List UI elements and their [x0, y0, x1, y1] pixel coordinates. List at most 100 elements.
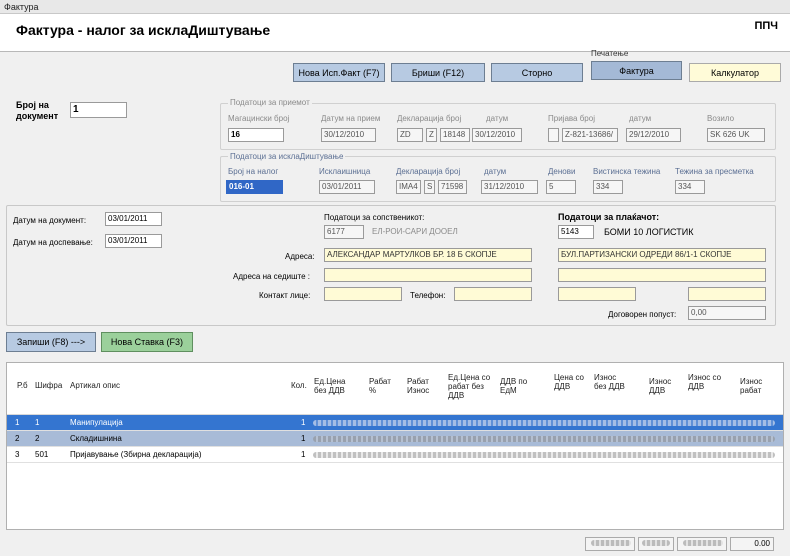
col-price-vat[interactable]: Цена со ДДВ	[554, 373, 584, 391]
row-code: 501	[35, 450, 49, 459]
doc-date-field[interactable]: 03/01/2011	[105, 212, 162, 226]
storage-label-decl: Декларација број	[396, 167, 461, 176]
storage-decl-date-field[interactable]: 31/12/2010	[481, 180, 538, 194]
receipt-decl-b-field[interactable]: Z	[426, 128, 437, 142]
storage-label-calc-weight: Тежина за пресметка	[675, 167, 754, 176]
contact-label: Контакт лице:	[259, 291, 311, 300]
row-code: 1	[35, 418, 40, 427]
save-button[interactable]: Запиши (F8) --->	[6, 332, 96, 352]
owner-label: Податоци за сопственикот:	[324, 213, 425, 222]
payer-name: БОМИ 10 ЛОГИСТИК	[604, 227, 694, 237]
table-row[interactable]: 3 501 Пријавување (Збирна декларација) 1	[7, 447, 783, 463]
receipt-report-no-field[interactable]: Z-821-13686/	[562, 128, 618, 142]
address-label: Адреса:	[285, 252, 315, 261]
status-cell-3	[677, 537, 727, 551]
row-desc: Складишнина	[70, 434, 122, 443]
col-total-vat[interactable]: Износ ДДВ	[649, 377, 679, 395]
storage-label-order: Број на налог	[228, 167, 279, 176]
col-total-discount[interactable]: Износ рабат	[740, 377, 770, 395]
order-no-field[interactable]: 016-01	[226, 180, 283, 194]
col-vat-unit[interactable]: ДДВ по ЕдМ	[500, 377, 530, 395]
payer-phone-field[interactable]	[688, 287, 766, 301]
owner-name: ЕЛ-РОИ-САРИ ДООЕЛ	[372, 227, 458, 236]
col-rb[interactable]: Р.б	[17, 381, 28, 390]
calc-weight-field[interactable]: 334	[675, 180, 705, 194]
new-invoice-button[interactable]: Нова Исп.Факт (F7)	[293, 63, 385, 82]
receipt-decl-date-field[interactable]: 30/12/2010	[472, 128, 522, 142]
storage-decl-b-field[interactable]: S	[424, 180, 435, 194]
payer-seat-field[interactable]	[558, 268, 766, 282]
col-qty[interactable]: Кол.	[291, 381, 307, 390]
storage-decl-c-field[interactable]: 71598	[438, 180, 467, 194]
page-title: Фактура - налог за исклаДиштување	[16, 22, 271, 38]
row-qty: 1	[301, 434, 306, 443]
receipt-group	[220, 103, 776, 150]
table-row[interactable]: 1 1 Манипулација 1	[7, 415, 783, 431]
calculator-button[interactable]: Калкулатор	[689, 63, 781, 82]
out-date-field[interactable]: 03/01/2011	[319, 180, 375, 194]
discount-label: Договорен попуст:	[608, 310, 677, 319]
table-row[interactable]: 2 2 Складишнина 1	[7, 431, 783, 447]
col-code[interactable]: Шифра	[35, 381, 62, 390]
redacted-values	[313, 452, 775, 458]
doc-date-label: Датум на документ:	[13, 216, 87, 225]
payer-address-field[interactable]: БУЛ.ПАРТИЗАНСКИ ОДРЕДИ 86/1-1 СКОПЈЕ	[558, 248, 766, 262]
owner-phone-field[interactable]	[454, 287, 532, 301]
storage-label-days: Денови	[548, 167, 576, 176]
warehouse-no-field[interactable]: 16	[228, 128, 284, 142]
storage-label-out: Исклаишница	[319, 167, 371, 176]
invoice-print-button[interactable]: Фактура	[591, 61, 682, 80]
phone-label: Телефон:	[410, 291, 446, 300]
row-rb: 3	[15, 450, 20, 459]
row-desc: Манипулација	[70, 418, 123, 427]
owner-code-field[interactable]: 6177	[324, 225, 364, 239]
status-total: 0.00	[730, 537, 774, 551]
items-grid[interactable]: Р.б Шифра Артикал опис Кол. Ед.Цена без …	[6, 362, 784, 530]
receipt-label-warehouse: Магацински број	[228, 114, 290, 123]
col-net-price[interactable]: Ед.Цена со рабат без ДДВ	[448, 373, 496, 400]
row-qty: 1	[301, 418, 306, 427]
col-total-net[interactable]: Износ без ДДВ	[594, 373, 628, 391]
real-weight-field[interactable]: 334	[593, 180, 623, 194]
owner-contact-field[interactable]	[324, 287, 402, 301]
col-discount-pct[interactable]: Рабат %	[369, 377, 393, 395]
col-total-with-vat[interactable]: Износ со ДДВ	[688, 373, 722, 391]
col-unit-price[interactable]: Ед.Цена без ДДВ	[314, 377, 354, 395]
receipt-decl-a-field[interactable]: ZD	[397, 128, 423, 142]
discount-field[interactable]: 0,00	[688, 306, 766, 320]
col-discount-amount[interactable]: Рабат Износ	[407, 377, 437, 395]
receipt-label-decl: Декларација број	[397, 114, 462, 123]
receipt-report-prefix-field[interactable]	[548, 128, 559, 142]
receipt-label-date: Датум на прием	[321, 114, 381, 123]
storage-decl-a-field[interactable]: IMA4	[396, 180, 421, 194]
storage-group	[220, 156, 776, 202]
row-qty: 1	[301, 450, 306, 459]
payer-contact-field[interactable]	[558, 287, 636, 301]
status-cell-2	[638, 537, 674, 551]
days-field[interactable]: 5	[546, 180, 576, 194]
receipt-date-field[interactable]: 30/12/2010	[321, 128, 376, 142]
storage-label-decl-date: датум	[484, 167, 507, 176]
receipt-label-vehicle: Возило	[707, 114, 735, 123]
vehicle-field[interactable]: SK 626 UK	[707, 128, 765, 142]
delete-button[interactable]: Бриши (F12)	[391, 63, 485, 82]
receipt-label-decl-date: датум	[486, 114, 509, 123]
doc-number-label: Број на документ	[16, 100, 59, 121]
col-desc[interactable]: Артикал опис	[70, 381, 120, 390]
payer-label: Податоци за плаќачот:	[558, 212, 660, 222]
redacted-values	[313, 436, 775, 442]
owner-seat-field[interactable]	[324, 268, 532, 282]
storno-button[interactable]: Сторно	[491, 63, 583, 82]
row-code: 2	[35, 434, 40, 443]
receipt-group-title: Податоци за приемот	[228, 98, 312, 107]
window-titlebar: Фактура	[0, 0, 790, 14]
grid-header: Р.б Шифра Артикал опис Кол. Ед.Цена без …	[7, 363, 783, 415]
owner-address-field[interactable]: АЛЕКСАНДАР МАРТУЛКОВ БР. 18 Б СКОПЈЕ	[324, 248, 532, 262]
payer-code-field[interactable]: 5143	[558, 225, 594, 239]
due-date-field[interactable]: 03/01/2011	[105, 234, 162, 248]
receipt-report-date-field[interactable]: 29/12/2010	[626, 128, 681, 142]
seat-address-label: Адреса на седиште :	[233, 272, 310, 281]
doc-number-input[interactable]: 1	[70, 102, 127, 118]
new-item-button[interactable]: Нова Ставка (F3)	[101, 332, 193, 352]
receipt-decl-c-field[interactable]: 18148	[440, 128, 470, 142]
